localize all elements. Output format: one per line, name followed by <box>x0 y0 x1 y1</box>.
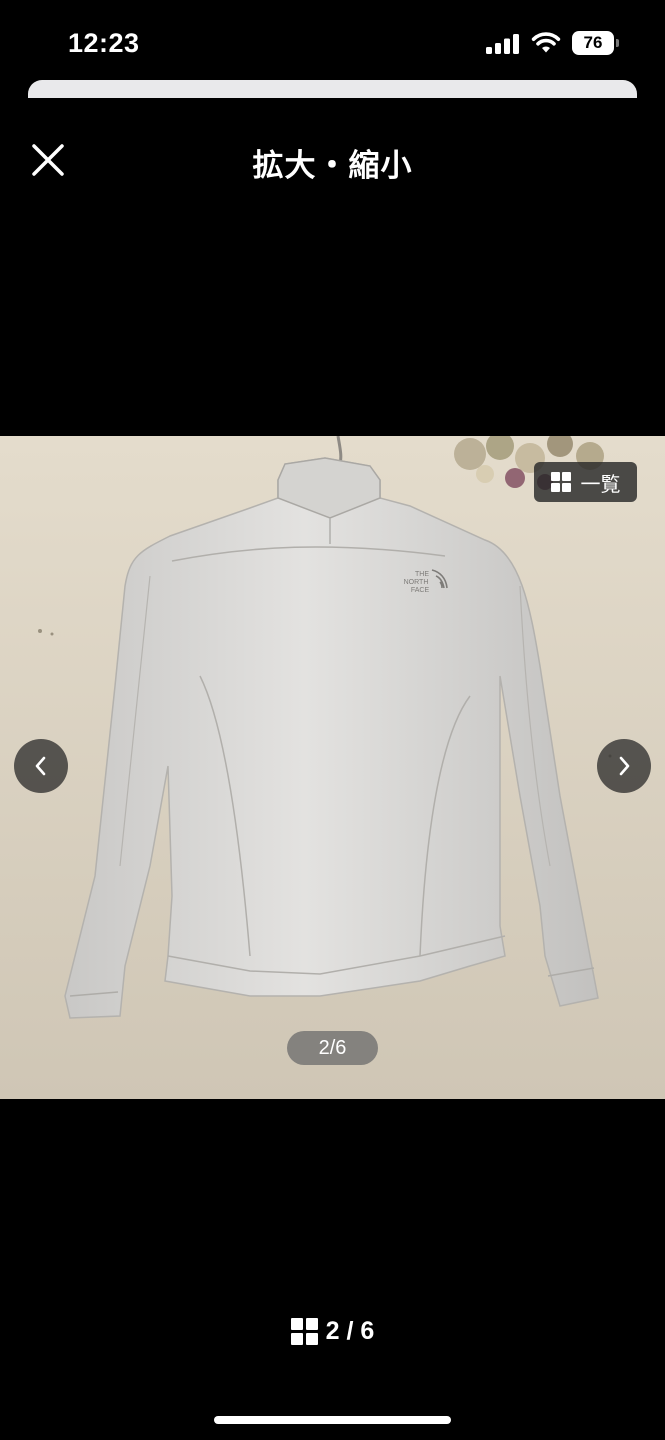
grid-list-button[interactable]: 一覧 <box>534 462 637 502</box>
grid-list-label: 一覧 <box>580 473 621 496</box>
status-bar: 12:23 76 <box>0 0 665 80</box>
next-photo-button[interactable] <box>597 739 651 793</box>
signal-icon <box>486 34 519 54</box>
photo-counter: 2/6 <box>287 1031 378 1065</box>
svg-text:THE: THE <box>415 571 429 578</box>
status-time: 12:23 <box>68 28 140 58</box>
prev-photo-button[interactable] <box>14 739 68 793</box>
grid-icon <box>290 1318 318 1345</box>
sheet-handle[interactable] <box>28 80 637 98</box>
battery-icon: 76 <box>572 31 620 55</box>
product-photo[interactable]: THE NORTH FACE <box>0 436 665 1099</box>
home-indicator <box>214 1416 451 1424</box>
svg-text:NORTH: NORTH <box>404 579 429 586</box>
wifi-icon <box>531 32 561 53</box>
jacket-image: THE NORTH FACE <box>0 436 665 1099</box>
bottom-counter-text: 2 / 6 <box>325 1317 375 1345</box>
chevron-right-icon <box>619 756 630 776</box>
svg-text:FACE: FACE <box>411 587 430 594</box>
bottom-counter[interactable]: 2 / 6 <box>0 1317 665 1346</box>
chevron-left-icon <box>35 756 46 776</box>
grid-icon <box>550 472 571 492</box>
battery-level: 76 <box>572 31 614 55</box>
page-title: 拡大・縮小 <box>252 148 413 183</box>
